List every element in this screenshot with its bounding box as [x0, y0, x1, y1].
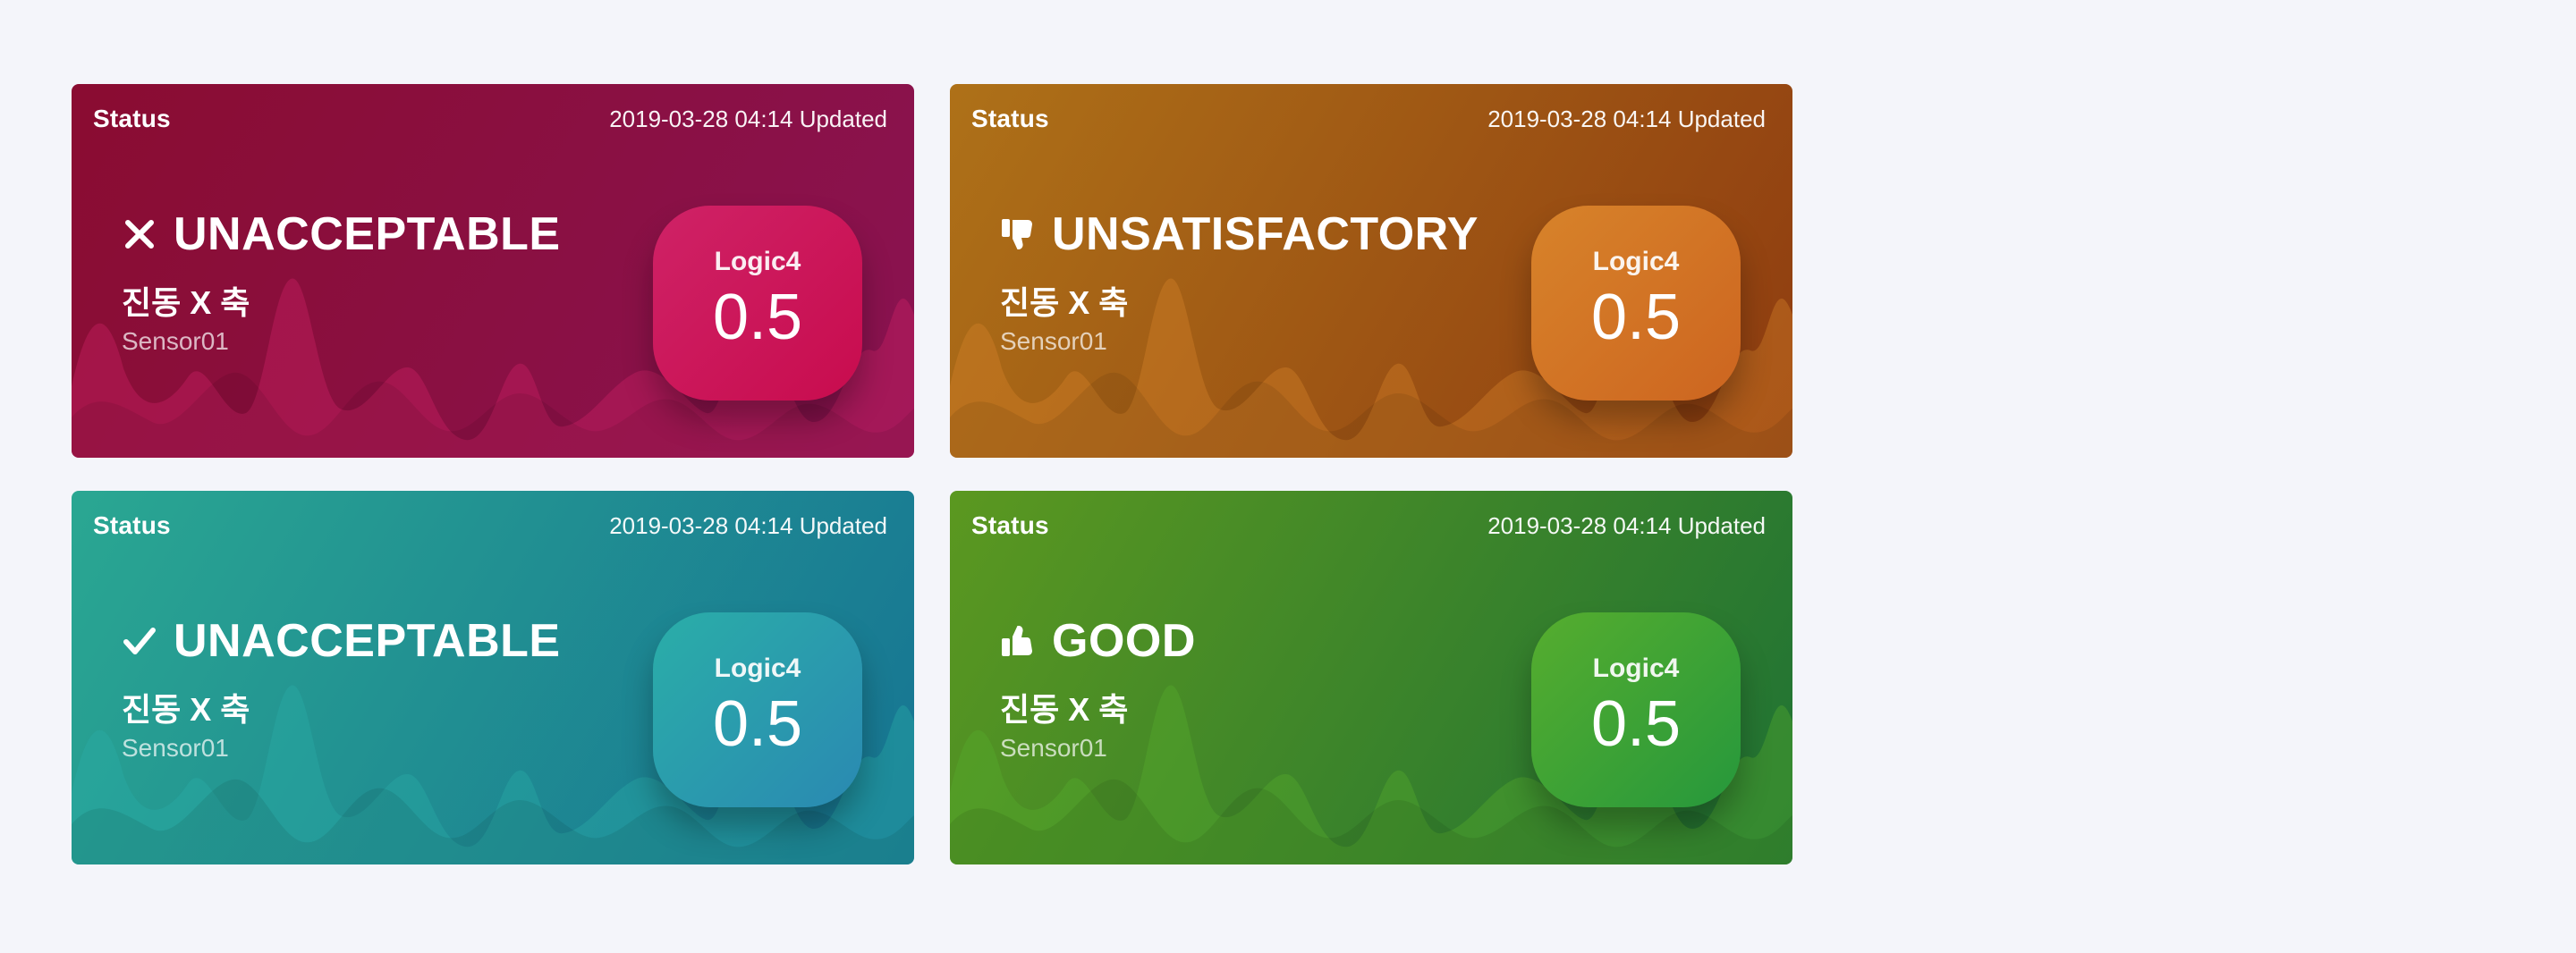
logic-badge[interactable]: Logic4 0.5 — [1531, 612, 1741, 807]
status-block: UNACCEPTABLE 진동 X 축 Sensor01 — [122, 614, 561, 763]
logic-badge[interactable]: Logic4 0.5 — [1531, 206, 1741, 401]
sensor-name: Sensor01 — [1000, 327, 1107, 355]
status-card[interactable]: Status 2019-03-28 04:14 Updated GOOD 진동 … — [950, 491, 1792, 864]
sensor-name: Sensor01 — [122, 327, 229, 355]
logic-value: 0.5 — [1590, 282, 1682, 353]
card-header: Status 2019-03-28 04:14 Updated — [72, 491, 914, 561]
status-line: UNSATISFACTORY — [1000, 207, 1479, 261]
status-text: GOOD — [1052, 615, 1196, 667]
status-line: UNACCEPTABLE — [122, 614, 561, 668]
updated-timestamp: 2019-03-28 04:14 Updated — [609, 105, 887, 132]
status-text: UNACCEPTABLE — [174, 615, 561, 667]
card-title: Status — [971, 511, 1049, 539]
status-line: UNACCEPTABLE — [122, 207, 561, 261]
logic-value: 0.5 — [712, 688, 803, 760]
logic-label: Logic4 — [1592, 247, 1680, 276]
card-title: Status — [971, 105, 1049, 132]
thumbs-down-icon — [1000, 216, 1036, 252]
card-header: Status 2019-03-28 04:14 Updated — [72, 84, 914, 154]
status-block: GOOD 진동 X 축 Sensor01 — [1000, 614, 1196, 763]
card-title: Status — [93, 511, 171, 539]
measure-name: 진동 X 축 — [1000, 691, 1129, 728]
card-title: Status — [93, 105, 171, 132]
logic-badge[interactable]: Logic4 0.5 — [653, 612, 862, 807]
thumbs-up-icon — [1000, 623, 1036, 659]
status-block: UNACCEPTABLE 진동 X 축 Sensor01 — [122, 207, 561, 356]
logic-label: Logic4 — [714, 247, 801, 276]
logic-label: Logic4 — [714, 654, 801, 683]
status-card[interactable]: Status 2019-03-28 04:14 Updated UNACCEPT… — [72, 491, 914, 864]
logic-value: 0.5 — [1590, 688, 1682, 760]
logic-badge[interactable]: Logic4 0.5 — [653, 206, 862, 401]
sensor-name: Sensor01 — [122, 734, 229, 762]
card-header: Status 2019-03-28 04:14 Updated — [950, 491, 1792, 561]
status-text: UNACCEPTABLE — [174, 208, 561, 260]
updated-timestamp: 2019-03-28 04:14 Updated — [1487, 511, 1766, 539]
status-card-grid: Status 2019-03-28 04:14 Updated UNACCEPT… — [72, 84, 1792, 864]
measure-name: 진동 X 축 — [122, 284, 250, 321]
close-icon — [122, 216, 157, 252]
updated-timestamp: 2019-03-28 04:14 Updated — [609, 511, 887, 539]
status-line: GOOD — [1000, 614, 1196, 668]
measure-name: 진동 X 축 — [1000, 284, 1129, 321]
status-card[interactable]: Status 2019-03-28 04:14 Updated UNSATISF… — [950, 84, 1792, 458]
status-block: UNSATISFACTORY 진동 X 축 Sensor01 — [1000, 207, 1479, 356]
status-text: UNSATISFACTORY — [1052, 208, 1479, 260]
logic-label: Logic4 — [1592, 654, 1680, 683]
updated-timestamp: 2019-03-28 04:14 Updated — [1487, 105, 1766, 132]
sensor-name: Sensor01 — [1000, 734, 1107, 762]
card-header: Status 2019-03-28 04:14 Updated — [950, 84, 1792, 154]
status-card[interactable]: Status 2019-03-28 04:14 Updated UNACCEPT… — [72, 84, 914, 458]
measure-name: 진동 X 축 — [122, 691, 250, 728]
check-icon — [122, 623, 157, 659]
logic-value: 0.5 — [712, 282, 803, 353]
